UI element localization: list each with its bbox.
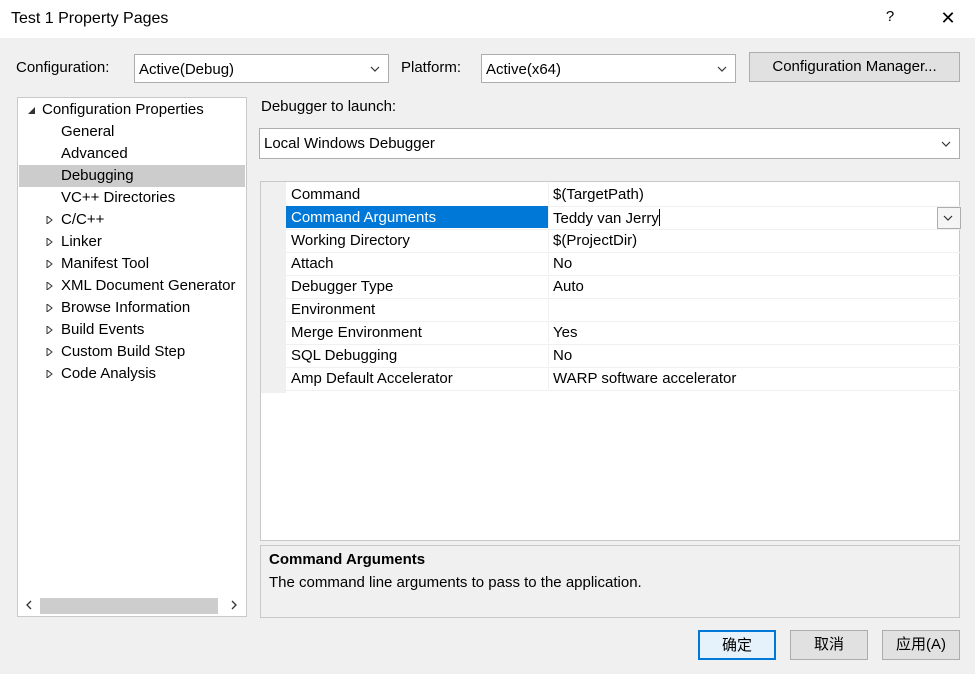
property-value[interactable]: Yes bbox=[553, 324, 577, 341]
property-value[interactable]: WARP software accelerator bbox=[553, 370, 736, 387]
configuration-manager-button[interactable]: Configuration Manager... bbox=[749, 52, 960, 82]
tree-item-configuration-properties[interactable]: Configuration Properties bbox=[18, 99, 246, 121]
collapsed-triangle-icon[interactable] bbox=[45, 238, 53, 246]
chevron-left-icon[interactable] bbox=[23, 599, 35, 611]
grid-gutter bbox=[261, 182, 286, 393]
property-name: Working Directory bbox=[286, 229, 549, 251]
tree-item-label: Custom Build Step bbox=[61, 343, 186, 360]
tree-item-build-events[interactable]: Build Events bbox=[18, 319, 246, 341]
description-text: The command line arguments to pass to th… bbox=[269, 574, 642, 591]
configuration-select[interactable]: Active(Debug) bbox=[134, 54, 389, 83]
cancel-button[interactable]: 取消 bbox=[790, 630, 868, 660]
property-name: SQL Debugging bbox=[286, 344, 549, 366]
scrollbar-thumb[interactable] bbox=[40, 598, 218, 614]
configuration-label: Configuration: bbox=[16, 59, 110, 76]
property-row-amp-default-accelerator[interactable]: Amp Default Accelerator WARP software ac… bbox=[286, 367, 960, 391]
tree-item-label: Debugging bbox=[61, 167, 134, 184]
tree-item-custom-build-step[interactable]: Custom Build Step bbox=[18, 341, 246, 363]
window-title: Test 1 Property Pages bbox=[11, 10, 169, 27]
tree-item-label: Build Events bbox=[61, 321, 145, 338]
property-value[interactable]: $(TargetPath) bbox=[553, 186, 644, 203]
help-button[interactable]: ? bbox=[880, 8, 900, 30]
debugger-to-launch-label: Debugger to launch: bbox=[261, 98, 397, 115]
property-row-working-directory[interactable]: Working Directory $(ProjectDir) bbox=[286, 229, 960, 253]
chevron-down-icon bbox=[943, 215, 953, 221]
collapsed-triangle-icon[interactable] bbox=[45, 348, 53, 356]
tree-item-label: Linker bbox=[61, 233, 102, 250]
debugger-value: Local Windows Debugger bbox=[264, 135, 435, 152]
tree-item-label: Advanced bbox=[61, 145, 128, 162]
collapsed-triangle-icon[interactable] bbox=[45, 282, 53, 290]
property-row-command-arguments[interactable]: Command Arguments Teddy van Jerry bbox=[286, 206, 961, 230]
property-tree: Configuration Properties General Advance… bbox=[17, 97, 247, 617]
tree-item-general[interactable]: General bbox=[18, 121, 246, 143]
chevron-down-icon bbox=[717, 66, 727, 72]
tree-item-code-analysis[interactable]: Code Analysis bbox=[18, 363, 246, 385]
title-bar: Test 1 Property Pages ? ✕ bbox=[0, 0, 975, 38]
property-name: Command bbox=[286, 183, 549, 205]
chevron-down-icon bbox=[941, 141, 951, 147]
property-row-command[interactable]: Command $(TargetPath) bbox=[286, 183, 960, 207]
tree-item-label: General bbox=[61, 123, 115, 140]
collapsed-triangle-icon[interactable] bbox=[45, 304, 53, 312]
tree-item-label: XML Document Generator bbox=[61, 277, 236, 294]
platform-label: Platform: bbox=[401, 59, 462, 76]
collapsed-triangle-icon[interactable] bbox=[45, 370, 53, 378]
property-row-debugger-type[interactable]: Debugger Type Auto bbox=[286, 275, 960, 299]
collapsed-triangle-icon[interactable] bbox=[45, 216, 53, 224]
tree-item-advanced[interactable]: Advanced bbox=[18, 143, 246, 165]
tree-item-linker[interactable]: Linker bbox=[18, 231, 246, 253]
property-row-sql-debugging[interactable]: SQL Debugging No bbox=[286, 344, 960, 368]
property-name: Attach bbox=[286, 252, 549, 274]
property-name: Amp Default Accelerator bbox=[286, 367, 549, 389]
property-value-text: Teddy van Jerry bbox=[553, 210, 659, 227]
tree-item-label: Code Analysis bbox=[61, 365, 157, 382]
tree-item-c-cpp[interactable]: C/C++ bbox=[18, 209, 246, 231]
collapsed-triangle-icon[interactable] bbox=[45, 326, 53, 334]
horizontal-scrollbar[interactable] bbox=[18, 594, 246, 616]
platform-select[interactable]: Active(x64) bbox=[481, 54, 736, 83]
property-value-input[interactable]: Teddy van Jerry bbox=[553, 209, 660, 227]
close-icon: ✕ bbox=[940, 8, 956, 28]
property-row-merge-environment[interactable]: Merge Environment Yes bbox=[286, 321, 960, 345]
close-button[interactable]: ✕ bbox=[936, 6, 960, 30]
text-caret bbox=[658, 209, 660, 226]
expanded-triangle-icon[interactable] bbox=[27, 106, 36, 115]
tree-item-label: Configuration Properties bbox=[42, 101, 204, 118]
tree-item-label: Browse Information bbox=[61, 299, 191, 316]
tree-item-manifest-tool[interactable]: Manifest Tool bbox=[18, 253, 246, 275]
apply-button[interactable]: 应用(A) bbox=[882, 630, 960, 660]
property-name: Debugger Type bbox=[286, 275, 549, 297]
property-row-attach[interactable]: Attach No bbox=[286, 252, 960, 276]
property-value[interactable]: Auto bbox=[553, 278, 584, 295]
tree-item-browse-information[interactable]: Browse Information bbox=[18, 297, 246, 319]
property-value[interactable]: $(ProjectDir) bbox=[553, 232, 637, 249]
description-title: Command Arguments bbox=[269, 551, 426, 568]
debugger-select[interactable]: Local Windows Debugger bbox=[259, 128, 960, 159]
tree-item-label: VC++ Directories bbox=[61, 189, 176, 206]
value-dropdown-button[interactable] bbox=[937, 207, 961, 229]
platform-value: Active(x64) bbox=[486, 61, 562, 78]
property-name: Command Arguments bbox=[286, 206, 549, 228]
tree-item-label: Manifest Tool bbox=[61, 255, 150, 272]
property-value[interactable]: No bbox=[553, 347, 572, 364]
tree-item-vc-directories[interactable]: VC++ Directories bbox=[18, 187, 246, 209]
property-value[interactable]: No bbox=[553, 255, 572, 272]
tree-item-debugging[interactable]: Debugging bbox=[19, 165, 245, 187]
tree-item-xml-document-generator[interactable]: XML Document Generator bbox=[18, 275, 246, 297]
property-name: Merge Environment bbox=[286, 321, 549, 343]
property-row-environment[interactable]: Environment bbox=[286, 298, 960, 322]
chevron-down-icon bbox=[370, 66, 380, 72]
chevron-right-icon[interactable] bbox=[228, 599, 240, 611]
ok-button[interactable]: 确定 bbox=[698, 630, 776, 660]
collapsed-triangle-icon[interactable] bbox=[45, 260, 53, 268]
property-name: Environment bbox=[286, 298, 549, 320]
configuration-value: Active(Debug) bbox=[139, 61, 235, 78]
description-panel: Command Arguments The command line argum… bbox=[260, 545, 960, 618]
property-grid: Command $(TargetPath) Command Arguments … bbox=[260, 181, 961, 541]
tree-item-label: C/C++ bbox=[61, 211, 105, 228]
